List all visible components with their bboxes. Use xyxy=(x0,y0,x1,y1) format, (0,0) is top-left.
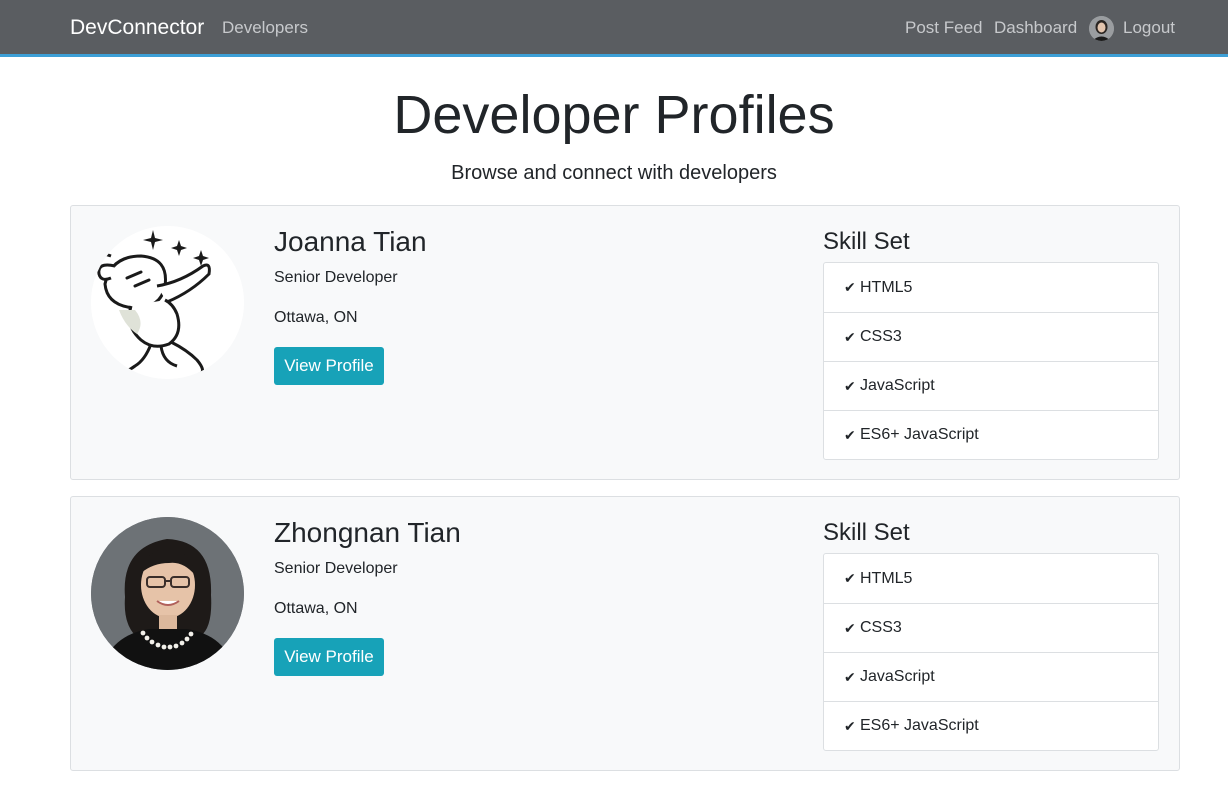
skill-label: CSS3 xyxy=(860,328,902,345)
check-icon: ✔ xyxy=(844,619,856,636)
check-icon: ✔ xyxy=(844,328,856,345)
brand-logo-link[interactable]: DevConnector xyxy=(70,16,204,40)
skill-item: ✔ CSS3 xyxy=(824,603,1158,652)
skill-item: ✔ ES6+ JavaScript xyxy=(824,701,1158,750)
skill-label: HTML5 xyxy=(860,278,913,296)
nav-logout-link[interactable]: Logout xyxy=(1123,18,1175,38)
nav-post-feed-link[interactable]: Post Feed xyxy=(905,18,983,38)
profile-status: Senior Developer xyxy=(274,269,398,286)
skill-item: ✔ CSS3 xyxy=(824,312,1158,361)
skill-label: JavaScript xyxy=(860,377,935,394)
user-avatar-image xyxy=(1089,16,1114,41)
skill-item: ✔ JavaScript xyxy=(824,361,1158,410)
page-subtitle: Browse and connect with developers xyxy=(451,162,777,184)
skill-label: JavaScript xyxy=(860,668,935,685)
profile-avatar xyxy=(91,226,244,379)
skill-item: ✔ JavaScript xyxy=(824,652,1158,701)
check-icon: ✔ xyxy=(844,570,856,586)
skill-label: ES6+ JavaScript xyxy=(860,717,979,734)
skill-label: CSS3 xyxy=(860,619,902,636)
skill-list: ✔ HTML5 ✔ CSS3 ✔ JavaScript ✔ ES6+ JavaS… xyxy=(823,262,1159,460)
nav-dashboard-link[interactable]: Dashboard xyxy=(994,18,1077,38)
view-profile-button[interactable]: View Profile xyxy=(274,347,384,385)
check-icon: ✔ xyxy=(844,426,856,443)
view-profile-button[interactable]: View Profile xyxy=(274,638,384,676)
profile-name: Joanna Tian xyxy=(274,226,427,257)
skill-list: ✔ HTML5 ✔ CSS3 ✔ JavaScript ✔ ES6+ JavaS… xyxy=(823,553,1159,751)
skill-label: ES6+ JavaScript xyxy=(860,426,979,443)
cartoon-rabbit-avatar xyxy=(91,226,244,379)
check-icon: ✔ xyxy=(844,717,856,734)
nav-developers-link[interactable]: Developers xyxy=(222,18,308,38)
skill-label: HTML5 xyxy=(860,569,913,587)
skill-item: ✔ ES6+ JavaScript xyxy=(824,410,1158,459)
profile-avatar xyxy=(91,517,244,670)
profile-name: Zhongnan Tian xyxy=(274,517,461,548)
check-icon: ✔ xyxy=(844,668,856,685)
profile-status: Senior Developer xyxy=(274,560,398,577)
profile-location: Ottawa, ON xyxy=(274,309,358,326)
user-avatar[interactable] xyxy=(1089,16,1114,41)
skill-set-heading: Skill Set xyxy=(823,519,910,546)
skill-item: ✔ HTML5 xyxy=(824,554,1158,603)
profile-card: Zhongnan Tian Senior Developer Ottawa, O… xyxy=(70,496,1180,771)
profile-location: Ottawa, ON xyxy=(274,600,358,617)
skill-item: ✔ HTML5 xyxy=(824,263,1158,312)
person-photo-avatar xyxy=(91,517,244,670)
page-title: Developer Profiles xyxy=(393,85,835,145)
check-icon: ✔ xyxy=(844,377,856,394)
profile-card: Joanna Tian Senior Developer Ottawa, ON … xyxy=(70,205,1180,480)
navbar: DevConnector Developers Post Feed Dashbo… xyxy=(0,0,1228,57)
skill-set-heading: Skill Set xyxy=(823,228,910,255)
check-icon: ✔ xyxy=(844,279,856,295)
